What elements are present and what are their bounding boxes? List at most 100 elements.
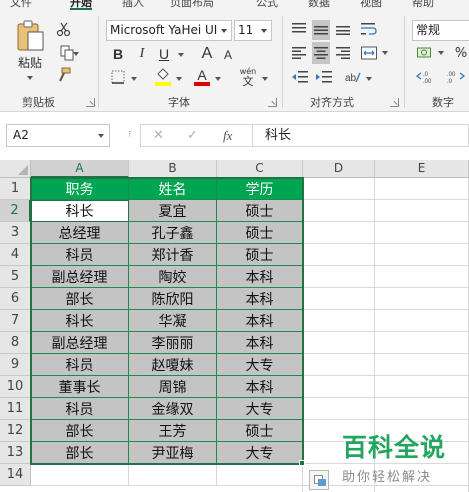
- tab-help[interactable]: 帮助: [412, 0, 434, 10]
- table-cell[interactable]: 王芳: [129, 420, 217, 442]
- table-cell[interactable]: 大专: [217, 442, 303, 464]
- table-cell[interactable]: 本科: [217, 288, 303, 310]
- paste-button[interactable]: 粘贴: [10, 20, 50, 84]
- decrease-decimal-button[interactable]: .00.0: [444, 68, 469, 86]
- column-header-b[interactable]: B: [129, 160, 217, 178]
- table-cell[interactable]: 副总经理: [31, 332, 129, 354]
- orientation-dropdown-icon[interactable]: [366, 77, 372, 81]
- phonetic-dropdown-icon[interactable]: [262, 77, 268, 81]
- merge-dropdown-icon[interactable]: [382, 51, 388, 55]
- fill-color-dropdown-icon[interactable]: [176, 77, 182, 81]
- cancel-icon[interactable]: ✕: [153, 128, 164, 143]
- underline-dropdown-icon[interactable]: [178, 53, 184, 57]
- table-cell[interactable]: 华凝: [129, 310, 217, 332]
- table-cell[interactable]: 本科: [217, 310, 303, 332]
- table-cell[interactable]: 总经理: [31, 222, 129, 244]
- tab-file[interactable]: 文件: [10, 0, 32, 10]
- insert-function-icon[interactable]: fx: [223, 128, 232, 144]
- select-all-button[interactable]: [0, 160, 31, 178]
- table-cell[interactable]: 大专: [217, 398, 303, 420]
- row-header-10[interactable]: 10: [0, 376, 31, 398]
- tab-home[interactable]: 开始: [70, 0, 92, 10]
- clipboard-launcher-icon[interactable]: [86, 98, 95, 107]
- bold-button[interactable]: B: [108, 44, 128, 64]
- tab-insert[interactable]: 插入: [122, 0, 144, 10]
- table-cell[interactable]: 夏宜: [129, 200, 217, 222]
- table-cell[interactable]: 本科: [217, 266, 303, 288]
- table-cell[interactable]: 孔子鑫: [129, 222, 217, 244]
- alignment-launcher-icon[interactable]: [390, 98, 399, 107]
- resize-handle-icon[interactable]: ···: [123, 130, 134, 137]
- row-header-3[interactable]: 3: [0, 222, 31, 244]
- quick-analysis-button[interactable]: [309, 470, 329, 490]
- fill-color-button[interactable]: [152, 66, 174, 88]
- table-cell[interactable]: 周锦: [129, 376, 217, 398]
- underline-button[interactable]: U: [154, 44, 174, 64]
- table-cell[interactable]: 科员: [31, 398, 129, 420]
- table-cell[interactable]: 硕士: [217, 244, 303, 266]
- number-format-select[interactable]: 常规: [412, 20, 469, 41]
- borders-button[interactable]: [108, 68, 128, 86]
- name-box[interactable]: A2: [6, 124, 110, 147]
- italic-button[interactable]: I: [132, 44, 152, 64]
- tab-data[interactable]: 数据: [308, 0, 330, 10]
- table-cell[interactable]: 郑计香: [129, 244, 217, 266]
- column-header-d[interactable]: D: [303, 160, 375, 178]
- row-header-4[interactable]: 4: [0, 244, 31, 266]
- increase-indent-button[interactable]: [314, 68, 334, 86]
- align-middle-button[interactable]: [312, 20, 330, 40]
- row-header-8[interactable]: 8: [0, 332, 31, 354]
- font-name-select[interactable]: Microsoft YaHei UI: [106, 20, 232, 41]
- table-cell[interactable]: 硕士: [217, 200, 303, 222]
- row-header-14[interactable]: 14: [0, 464, 31, 486]
- increase-font-button[interactable]: A: [198, 44, 216, 64]
- column-header-a[interactable]: A: [31, 160, 129, 178]
- table-cell[interactable]: 本科: [217, 332, 303, 354]
- table-cell[interactable]: 副总经理: [31, 266, 129, 288]
- table-cell[interactable]: 董事长: [31, 376, 129, 398]
- header-cell-b[interactable]: 姓名: [129, 178, 217, 200]
- row-header-7[interactable]: 7: [0, 310, 31, 332]
- row-header-11[interactable]: 11: [0, 398, 31, 420]
- phonetic-guide-button[interactable]: wén 文: [236, 66, 260, 88]
- align-top-button[interactable]: [290, 20, 308, 38]
- font-color-button[interactable]: A: [192, 66, 212, 88]
- table-cell[interactable]: 赵嗄妹: [129, 354, 217, 376]
- row-header-2[interactable]: 2: [0, 200, 31, 222]
- table-cell[interactable]: 陶姣: [129, 266, 217, 288]
- align-bottom-button[interactable]: [334, 20, 352, 38]
- table-cell[interactable]: 部长: [31, 420, 129, 442]
- active-cell[interactable]: 科长: [31, 200, 129, 222]
- row-header-1[interactable]: 1: [0, 178, 31, 200]
- header-cell-c[interactable]: 学历: [217, 178, 303, 200]
- cut-button[interactable]: [54, 20, 74, 38]
- table-cell[interactable]: 科员: [31, 244, 129, 266]
- tab-view[interactable]: 视图: [360, 0, 382, 10]
- font-color-dropdown-icon[interactable]: [215, 77, 221, 81]
- enter-check-icon[interactable]: ✓: [187, 128, 198, 143]
- orientation-button[interactable]: ab: [342, 68, 364, 86]
- column-header-c[interactable]: C: [217, 160, 303, 178]
- column-header-e[interactable]: E: [375, 160, 469, 178]
- table-cell[interactable]: 科员: [31, 354, 129, 376]
- table-cell[interactable]: 科长: [31, 310, 129, 332]
- font-size-select[interactable]: 11: [234, 20, 272, 41]
- percent-style-button[interactable]: %: [452, 44, 469, 62]
- align-left-button[interactable]: [290, 44, 308, 62]
- header-cell-a[interactable]: 职务: [31, 178, 129, 200]
- format-painter-button[interactable]: [54, 66, 74, 84]
- row-header-13[interactable]: 13: [0, 442, 31, 464]
- table-cell[interactable]: 硕士: [217, 222, 303, 244]
- copy-button[interactable]: [54, 44, 80, 62]
- accounting-dropdown-icon[interactable]: [438, 51, 444, 55]
- table-cell[interactable]: 大专: [217, 354, 303, 376]
- table-cell[interactable]: 部长: [31, 442, 129, 464]
- row-header-5[interactable]: 5: [0, 266, 31, 288]
- formula-input[interactable]: 科长: [252, 124, 469, 147]
- table-cell[interactable]: 尹亚梅: [129, 442, 217, 464]
- table-cell[interactable]: 李丽丽: [129, 332, 217, 354]
- align-center-button[interactable]: [312, 42, 330, 64]
- row-header-9[interactable]: 9: [0, 354, 31, 376]
- merge-center-button[interactable]: [358, 44, 380, 62]
- decrease-indent-button[interactable]: [290, 68, 310, 86]
